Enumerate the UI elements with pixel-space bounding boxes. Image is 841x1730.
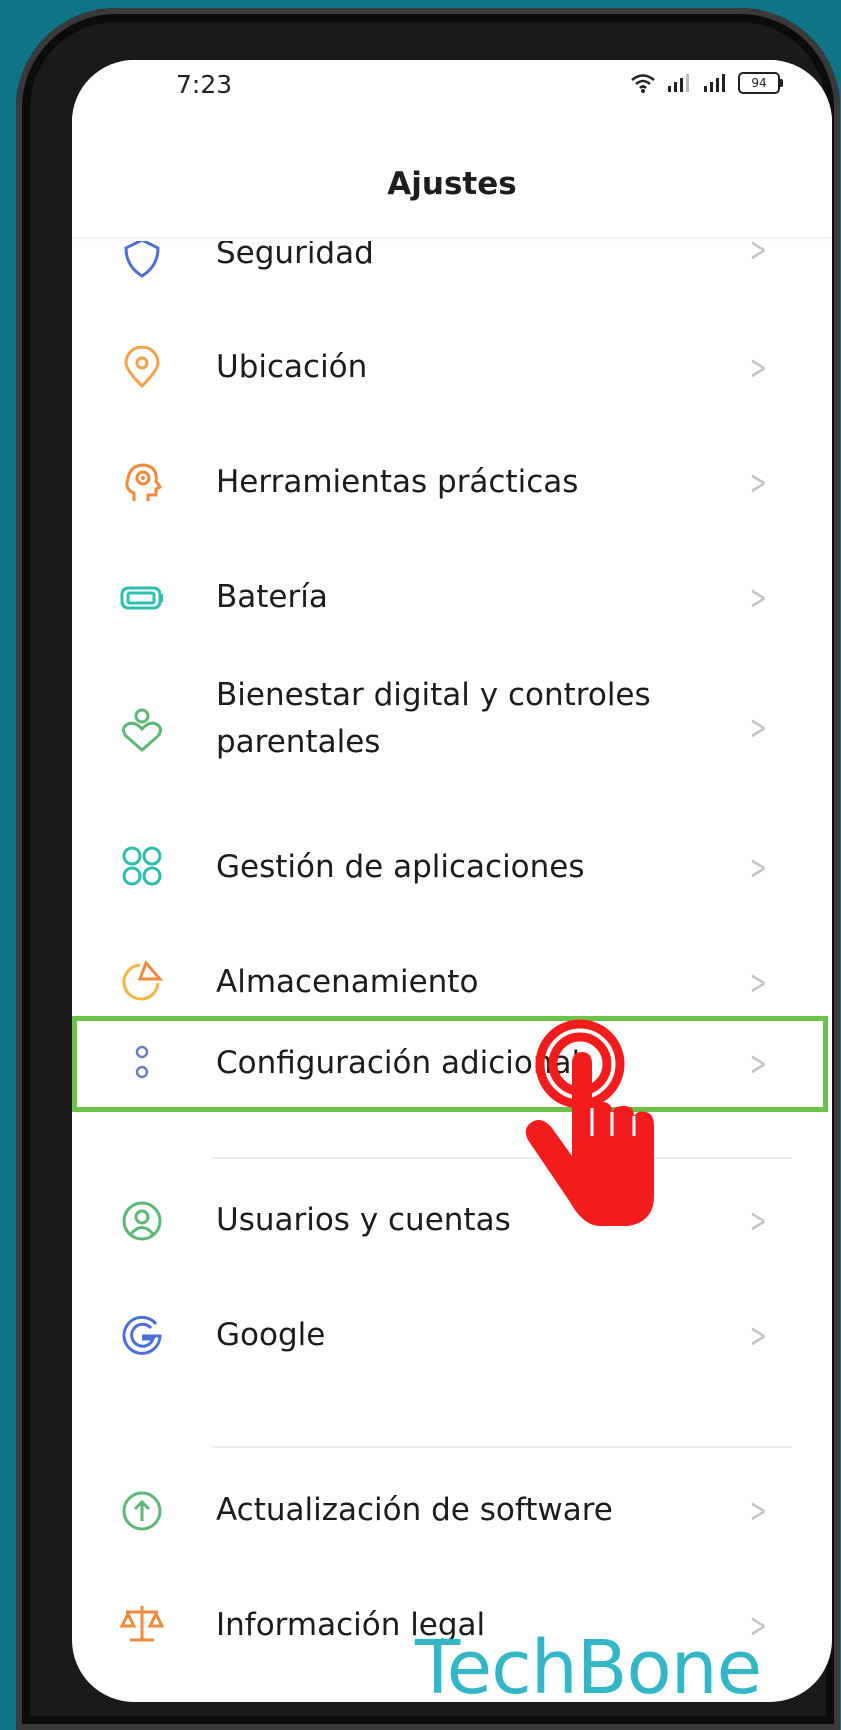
chevron-right-icon: >: [749, 1316, 767, 1356]
settings-item-label: Google: [216, 1317, 326, 1353]
settings-item-google[interactable]: Google >: [72, 1296, 832, 1376]
more-settings-icon: [135, 1045, 149, 1079]
section-divider: [212, 1446, 792, 1448]
watermark: TechBone: [415, 1625, 762, 1711]
settings-item-label: Almacenamiento: [216, 964, 479, 1000]
tools-head-icon: [125, 463, 163, 501]
signal-icon-2: [704, 74, 725, 92]
chevron-right-icon: >: [749, 348, 767, 388]
chevron-right-icon: >: [749, 963, 767, 1003]
status-bar-overlay: 7:23 94: [72, 60, 832, 150]
settings-item-usuarios-cuentas[interactable]: Usuarios y cuentas >: [72, 1181, 832, 1261]
settings-item-configuracion-adicional[interactable]: Configuración adicional >: [72, 1024, 832, 1104]
settings-item-label: Actualización de software: [216, 1492, 613, 1528]
settings-item-label: Ubicación: [216, 349, 368, 385]
settings-item-label: Usuarios y cuentas: [216, 1202, 511, 1238]
battery-icon: [120, 586, 163, 610]
pointing-hand-icon: [525, 1019, 654, 1226]
wifi-icon: [631, 74, 655, 93]
google-icon: [122, 1315, 162, 1355]
screen: 7:23 94: [72, 60, 832, 1702]
settings-item-label-line2: parentales: [216, 724, 381, 760]
status-icons-overlay: 94: [630, 72, 783, 94]
update-arrow-icon: [122, 1491, 162, 1531]
chevron-right-icon: >: [749, 463, 767, 503]
location-icon: [124, 346, 160, 389]
chevron-right-icon: >: [749, 578, 767, 618]
settings-item-actualizacion-software[interactable]: Actualización de software >: [72, 1471, 832, 1551]
settings-item-herramientas[interactable]: Herramientas prácticas >: [72, 443, 832, 523]
settings-item-ubicacion[interactable]: Ubicación >: [72, 328, 832, 408]
settings-item-bateria[interactable]: Batería >: [72, 558, 832, 638]
header-divider: [72, 237, 832, 241]
settings-item-gestion-aplicaciones[interactable]: Gestión de aplicaciones >: [72, 828, 832, 908]
section-divider: [212, 1157, 792, 1159]
apps-icon: [122, 846, 162, 886]
chevron-right-icon: >: [749, 1491, 767, 1531]
settings-list: Seguridad > Ajustes 7:23 94 Ubicación > …: [72, 60, 832, 1702]
settings-item-bienestar[interactable]: Bienestar digital y controles parentales…: [72, 672, 832, 792]
chevron-right-icon: >: [749, 708, 767, 748]
settings-item-label: Herramientas prácticas: [216, 464, 579, 500]
settings-item-almacenamiento[interactable]: Almacenamiento >: [72, 943, 832, 1023]
chevron-right-icon: >: [749, 1044, 767, 1084]
settings-item-label: Gestión de aplicaciones: [216, 849, 585, 885]
page-title: Ajustes: [387, 166, 517, 202]
signal-icon: [668, 74, 689, 92]
battery-indicator: 94: [738, 72, 783, 94]
shield-icon: [124, 238, 160, 278]
user-icon: [122, 1201, 162, 1241]
status-time-overlay: 7:23: [176, 70, 233, 99]
scales-icon: [120, 1606, 164, 1642]
chevron-right-icon: >: [749, 848, 767, 888]
settings-item-label: Batería: [216, 579, 328, 615]
phone-frame: 7:23 94: [16, 8, 840, 1730]
heart-person-icon: [121, 708, 163, 752]
chevron-right-icon: >: [749, 1201, 767, 1241]
settings-item-label-line1: Bienestar digital y controles: [216, 677, 651, 713]
storage-pie-icon: [122, 960, 164, 1001]
